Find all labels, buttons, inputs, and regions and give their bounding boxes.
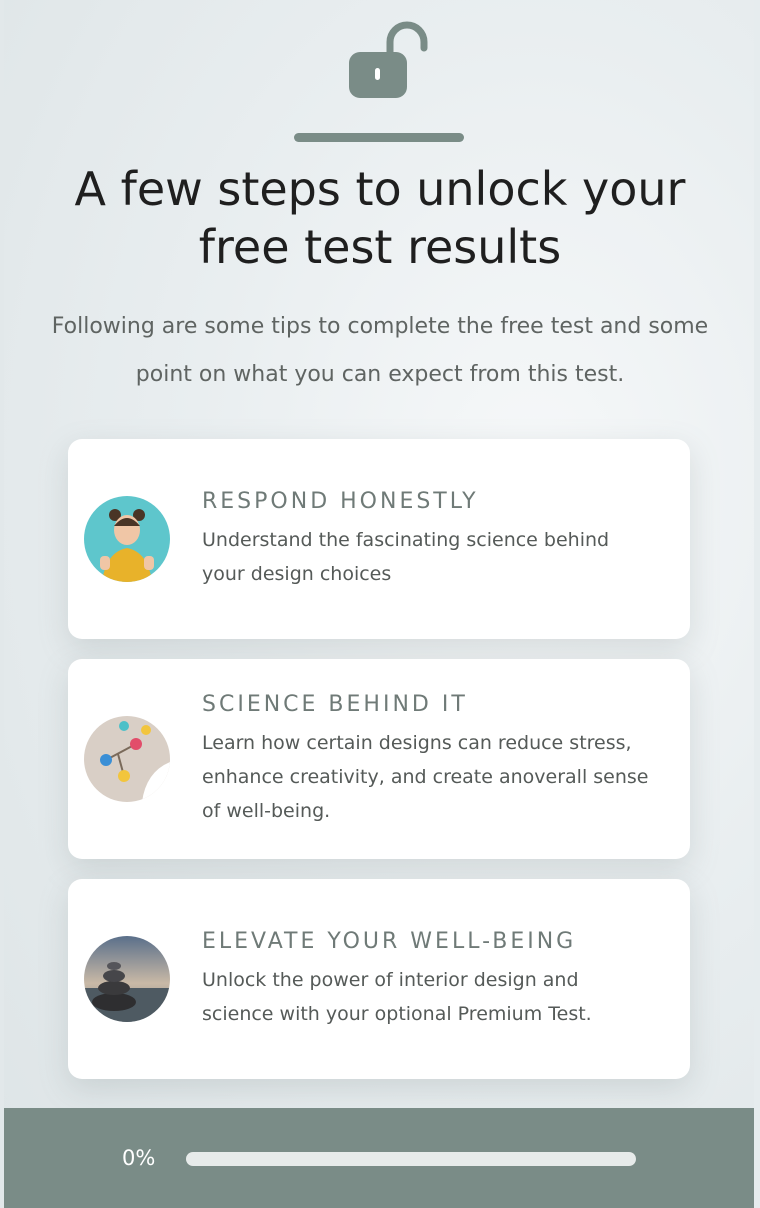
card-description: Learn how certain designs can reduce str… [202, 732, 649, 822]
card-description: Understand the fascinating science behin… [202, 529, 610, 585]
page-subtitle: Following are some tips to complete the … [51, 314, 709, 387]
woman-thumbs-up-avatar [84, 496, 170, 582]
progress-bar [186, 1152, 636, 1166]
frame-left-edge [0, 0, 4, 1208]
frame-right-edge [754, 0, 760, 1208]
tip-card-science-behind-it: SCIENCE BEHIND IT Learn how certain desi… [68, 659, 690, 859]
progress-footer: 0% [4, 1108, 754, 1208]
page: A few steps to unlock your free test res… [0, 0, 760, 1208]
card-description: Unlock the power of interior design and … [202, 969, 592, 1025]
card-heading: SCIENCE BEHIND IT [202, 692, 468, 717]
card-heading: ELEVATE YOUR WELL-BEING [202, 929, 577, 954]
card-heading: RESPOND HONESTLY [202, 489, 479, 514]
page-title: A few steps to unlock your free test res… [74, 162, 686, 274]
tip-card-respond-honestly: RESPOND HONESTLY Understand the fascinat… [68, 439, 690, 639]
header-divider [294, 133, 464, 142]
tip-card-elevate-well-being: ELEVATE YOUR WELL-BEING Unlock the power… [68, 879, 690, 1079]
unlocked-padlock-icon [349, 21, 428, 98]
molecule-model-avatar [84, 716, 170, 802]
stacked-stones-avatar [84, 936, 170, 1022]
progress-percentage: 0% [122, 1146, 156, 1170]
